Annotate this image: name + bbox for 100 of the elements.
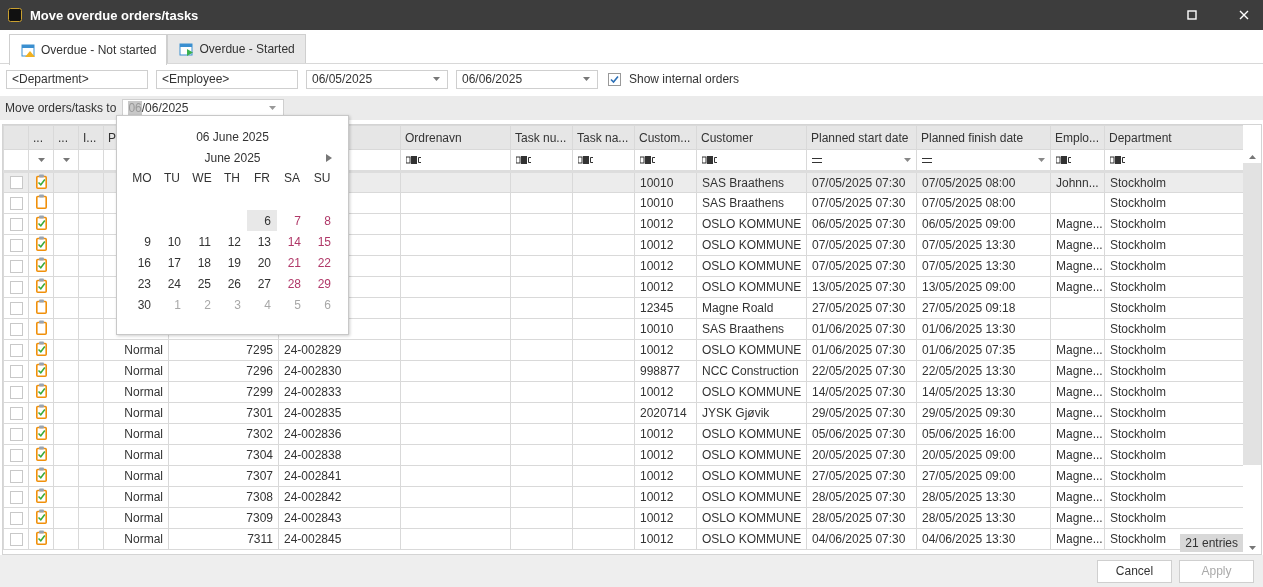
column-header[interactable]: I... [78,125,104,150]
table-row[interactable]: Normal 7304 24-002838 10012 OSLO KOMMUNE 20/05/2025 07:30 20/05/2025 09:00 Magne... Stockholm [3,444,1243,466]
row-checkbox[interactable] [10,532,23,546]
table-row[interactable]: Normal 7295 24-002829 10012 OSLO KOMMUNE 01/06/2025 07:30 01/06/2025 07:35 Magne... Stockholm [3,339,1243,361]
row-checkbox[interactable] [10,511,23,525]
row-checkbox[interactable] [10,364,23,378]
table-cell: Stockholm [1110,532,1167,546]
table-cell: 10010 [640,175,674,190]
scroll-up-icon[interactable] [1248,155,1256,159]
table-row[interactable]: Normal 7307 24-002841 10012 OSLO KOMMUNE 27/05/2025 07:30 27/05/2025 09:00 Magne... Stockholm [3,465,1243,487]
row-checkbox[interactable] [10,448,23,462]
table-cell: OSLO KOMMUNE [702,259,802,273]
maximize-icon[interactable] [1187,10,1197,20]
table-cell: 24-002842 [284,490,342,504]
row-checkbox[interactable] [10,238,23,252]
dropdown-arrow-icon[interactable] [62,158,70,162]
table-cell: 07/05/2025 07:30 [812,238,906,252]
table-cell: Stockholm [1110,364,1167,378]
table-cell: 2020714 [640,406,687,420]
column-header[interactable]: Customer [696,125,807,150]
row-checkbox[interactable] [10,217,23,231]
row-checkbox[interactable] [10,490,23,504]
table-cell: 24-002845 [284,532,342,546]
row-checkbox[interactable] [10,196,23,210]
column-header[interactable]: Planned start date [806,125,917,150]
dropdown-arrow-icon[interactable] [1038,158,1045,162]
table-cell: 7309 [246,511,273,525]
row-checkbox[interactable] [10,280,23,294]
column-header[interactable]: ... [53,125,79,150]
table-row[interactable]: Normal 7301 24-002835 2020714 JYSK Gjøvik 29/05/2025 07:30 29/05/2025 09:30 Magne... Stockholm [3,402,1243,424]
tab[interactable]: Overdue - Started [167,34,306,63]
table-cell: OSLO KOMMUNE [702,448,802,462]
from-date-field[interactable]: 06/05/2025 [306,69,448,89]
table-cell: 7295 [246,343,273,357]
to-date-field[interactable]: 06/06/2025 [456,69,598,89]
row-checkbox[interactable] [10,385,23,399]
table-row[interactable]: Normal 7308 24-002842 10012 OSLO KOMMUNE 28/05/2025 07:30 28/05/2025 13:30 Magne... Stockholm [3,486,1243,508]
column-header[interactable]: Emplo... [1050,125,1105,150]
checkbox[interactable] [608,72,621,86]
table-cell: 12345 [640,301,674,315]
table-cell: Magne... [1056,280,1103,294]
next-month-icon[interactable] [326,154,332,162]
scroll-down-icon[interactable] [1248,546,1256,550]
column-header[interactable]: Custom... [634,125,697,150]
column-header[interactable]: Planned finish date [916,125,1051,150]
equals-filter-icon[interactable] [812,157,822,163]
text-filter-icon[interactable] [516,156,532,164]
column-header[interactable]: Ordrenavn [400,125,511,150]
button[interactable]: Cancel [1097,559,1172,583]
column-header[interactable]: ... [28,125,54,150]
table-cell: Stockholm [1110,490,1167,504]
table-cell: 24-002838 [284,448,342,462]
close-icon[interactable] [1239,10,1249,20]
table-cell: Magne... [1056,385,1103,399]
table-cell: 24-002829 [284,343,342,357]
text-filter-icon[interactable] [406,156,422,164]
text-filter-icon[interactable] [702,156,718,164]
table-cell: 24-002843 [284,511,342,525]
row-checkbox[interactable] [10,176,23,189]
table-cell: 7299 [246,385,273,399]
text-filter-icon[interactable] [1110,156,1126,164]
equals-filter-icon[interactable] [922,157,932,163]
row-checkbox[interactable] [10,259,23,273]
row-checkbox[interactable] [10,343,23,357]
row-checkbox[interactable] [10,301,23,315]
table-cell: Stockholm [1110,175,1167,190]
column-header[interactable]: Department [1104,125,1243,150]
row-checkbox[interactable] [10,469,23,483]
calendar-date-title: 06 June 2025 [195,130,270,146]
employee-field[interactable]: <Employee> [156,69,298,89]
text-filter-icon[interactable] [578,156,594,164]
table-cell: 10012 [640,469,674,483]
text-filter-icon[interactable] [640,156,656,164]
table-row[interactable]: Normal 7299 24-002833 10012 OSLO KOMMUNE 14/05/2025 07:30 14/05/2025 13:30 Magne... Stockholm [3,381,1243,403]
department-field[interactable]: <Department> [6,69,148,89]
table-cell: Magne... [1056,511,1103,525]
row-checkbox[interactable] [10,406,23,420]
table-row[interactable]: Normal 7302 24-002836 10012 OSLO KOMMUNE 05/06/2025 07:30 05/06/2025 16:00 Magne... Stockholm [3,423,1243,445]
table-cell: OSLO KOMMUNE [702,238,802,252]
dropdown-arrow-icon[interactable] [37,158,45,162]
dropdown-arrow-icon [269,106,277,110]
table-cell: 04/06/2025 07:30 [812,532,906,546]
table-cell: 10012 [640,511,674,525]
dropdown-arrow-icon[interactable] [904,158,911,162]
table-cell: Normal [124,469,163,483]
table-cell: 05/06/2025 07:30 [812,427,906,441]
table-cell: 14/05/2025 07:30 [812,385,906,399]
calendar-play-icon [179,41,195,57]
text-filter-icon[interactable] [1056,156,1072,164]
table-row[interactable]: Normal 7309 24-002843 10012 OSLO KOMMUNE 28/05/2025 07:30 28/05/2025 13:30 Magne... Stockholm [3,507,1243,529]
table-cell: 07/05/2025 08:00 [922,196,1016,210]
row-checkbox[interactable] [10,322,23,336]
table-row[interactable]: Normal 7296 24-002830 998877 NCC Construction 22/05/2025 07:30 22/05/2025 13:30 Magne... Stockholm [3,360,1243,382]
tab[interactable]: Overdue - Not started [9,34,168,65]
column-header[interactable]: Task na... [572,125,635,150]
column-header[interactable]: Task nu... [510,125,573,150]
table-cell: Magne... [1056,532,1103,546]
calendar-day[interactable]: 6 [247,210,277,231]
row-checkbox[interactable] [10,427,23,441]
table-cell: 13/05/2025 09:00 [922,280,1016,294]
